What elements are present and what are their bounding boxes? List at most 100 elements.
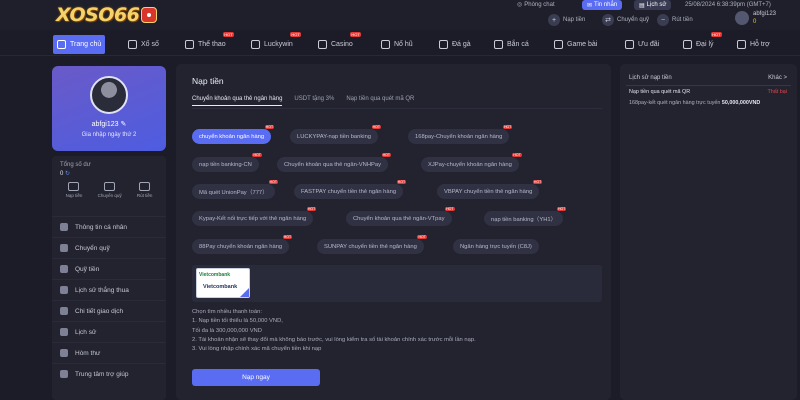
mail-icon	[60, 349, 68, 357]
menu-help-center[interactable]: Trung tâm trợ giúp	[52, 363, 166, 384]
user-icon	[60, 223, 68, 231]
tab-usdt[interactable]: USDT tặng 3%	[294, 96, 334, 106]
page-title: Nạp tiền	[192, 76, 224, 86]
topbar-transfer[interactable]: ⇄ Chuyển quỹ	[602, 14, 649, 26]
info-title: Chọn tìm nhiều thanh toán:	[192, 309, 262, 315]
menu-transaction-details[interactable]: Chi tiết giao dịch	[52, 300, 166, 321]
hot-badge: HOT	[223, 32, 234, 37]
messages-button[interactable]: ✉ Tin nhắn	[582, 0, 623, 10]
main-nav: Trang chủ Xổ số Thể thao HOT Luckywin HO…	[0, 32, 800, 56]
method-chip[interactable]: VBPAY chuyển tiền thẻ ngân hàng HOT	[437, 180, 543, 199]
site-logo[interactable]: XOSO66	[56, 2, 158, 28]
nav-fishing[interactable]: Bắn cá	[490, 35, 533, 54]
slots-icon	[381, 40, 390, 49]
method-chip[interactable]: Mã quét UnionPay（777） HOT	[192, 180, 278, 199]
method-chip[interactable]: nạp tiền banking（YH1） HOT	[484, 207, 567, 226]
bank-name: Vietcombank	[203, 284, 238, 290]
logo-text: XOSO66	[56, 4, 140, 26]
menu-personal-info[interactable]: Thông tin cá nhân	[52, 216, 166, 237]
history-button[interactable]: ▤ Lịch sử	[634, 0, 672, 10]
hot-badge: HOT	[532, 180, 543, 184]
method-chip[interactable]: LUCKYPAY-nạp tiền banking HOT	[290, 125, 382, 144]
tab-qr[interactable]: Nạp tiền qua quét mã QR	[346, 96, 414, 106]
method-chip[interactable]: 168pay-Chuyển khoản ngân hàng HOT	[408, 125, 513, 144]
nav-lottery[interactable]: Xổ số	[124, 35, 163, 54]
method-chip[interactable]: Kypay-Kết nối trực tiếp với thẻ ngân hàn…	[192, 207, 317, 226]
user-menu[interactable]: abfgi123 0	[735, 10, 776, 26]
home-icon	[57, 40, 66, 49]
method-chip[interactable]: 88Pay chuyển khoản ngân hàng HOT	[192, 235, 293, 254]
hot-badge: HOT	[252, 153, 262, 157]
nav-agent[interactable]: Đại lý HOT	[679, 32, 722, 54]
chart-icon	[60, 286, 68, 294]
method-chip[interactable]: chuyển khoản ngân hàng HOT	[192, 125, 275, 144]
gift-icon	[625, 40, 634, 49]
history-amount: 50,000,000VND	[721, 100, 761, 106]
hot-badge: HOT	[268, 180, 278, 184]
menu-history[interactable]: Lịch sử	[52, 321, 166, 342]
dice-icon	[141, 7, 158, 23]
hot-badge: HOT	[557, 207, 567, 211]
hot-badge: HOT	[264, 125, 275, 129]
nav-casino[interactable]: Casino HOT	[314, 32, 361, 54]
wallet-label: Tổng số dư	[60, 162, 91, 168]
nav-slots[interactable]: Nổ hũ	[377, 35, 417, 54]
top-username: abfgi123	[753, 11, 777, 17]
withdraw-icon: −	[657, 14, 669, 26]
avatar	[735, 11, 749, 25]
nav-sports[interactable]: Thể thao HOT	[181, 32, 234, 54]
deposit-tabs: Chuyển khoản qua thẻ ngân hàng USDT tặng…	[192, 96, 414, 106]
topbar-deposit[interactable]: + Nạp tiền	[548, 14, 585, 26]
method-chip[interactable]: Chuyển khoản qua thẻ ngân-VNHPay HOT	[277, 153, 392, 172]
rooster-icon	[439, 40, 448, 49]
chat-room-link[interactable]: ◎ Phòng chat	[517, 0, 555, 9]
fish-icon	[494, 40, 503, 49]
nav-support[interactable]: Hỗ trợ	[733, 35, 774, 54]
datetime: 25/08/2024 6:38:39pm (GMT+7)	[685, 1, 771, 8]
menu-transfer[interactable]: Chuyển quỹ	[52, 237, 166, 258]
cards-icon	[554, 40, 563, 49]
wallet-withdraw-button[interactable]: Rút tiền	[137, 182, 152, 198]
history-row-detail[interactable]: 168pay-kết quét ngân hàng trực tuyến 50,…	[629, 100, 760, 106]
method-chip[interactable]: nạp tiền banking-CN HOT	[192, 153, 262, 172]
nav-card-games[interactable]: Game bài	[550, 35, 601, 54]
menu-win-loss-history[interactable]: Lịch sử thắng thua	[52, 279, 166, 300]
history-row-method[interactable]: Nạp tiền qua quét mã QR	[629, 89, 690, 95]
top-bar: XOSO66 ◎ Phòng chat ✉ Tin nhắn ▤ Lịch sử…	[0, 0, 800, 30]
top-balance: 0	[753, 19, 757, 25]
nav-luckywin[interactable]: Luckywin HOT	[247, 32, 301, 54]
deposit-instructions: Chọn tìm nhiều thanh toán: 1. Nạp tiền t…	[192, 308, 602, 354]
edit-icon[interactable]: ✎	[120, 121, 126, 128]
vietcombank-logo: Vietcombank	[199, 272, 231, 278]
method-chip[interactable]: XJPay-chuyển khoản ngân hàng HOT	[421, 153, 522, 172]
info-line: 1. Nạp tiền tối thiểu là 50,000 VND,	[192, 318, 283, 325]
topbar-withdraw[interactable]: − Rút tiền	[657, 14, 693, 26]
deposit-now-button[interactable]: Nạp ngay	[192, 369, 320, 386]
hot-badge: HOT	[417, 235, 427, 239]
method-chip[interactable]: FASTPAY chuyển tiền thẻ ngân hàng HOT	[294, 180, 407, 199]
nav-cockfight[interactable]: Đá gà	[435, 35, 475, 54]
hot-badge: HOT	[445, 207, 455, 211]
nav-promotions[interactable]: Ưu đãi	[621, 35, 663, 54]
menu-mailbox[interactable]: Hòm thư	[52, 342, 166, 363]
tab-bank-transfer[interactable]: Chuyển khoản qua thẻ ngân hàng	[192, 96, 283, 106]
wallet-transfer-button[interactable]: Chuyển quỹ	[98, 182, 122, 198]
wallet-deposit-button[interactable]: Nạp tiền	[66, 182, 82, 198]
history-icon: ▤	[639, 2, 645, 9]
casino-icon	[318, 40, 327, 49]
info-line: 3. Vui lòng nhập chính xác mã chuyển tiề…	[192, 346, 322, 353]
bank-option-vietcombank[interactable]: Vietcombank Vietcombank	[196, 268, 250, 298]
method-chip[interactable]: Chuyển khoản qua thẻ ngân-VTpay HOT	[346, 207, 455, 226]
info-line: Tối đa là 300,000,000 VND	[192, 327, 262, 334]
message-icon: ✉	[587, 2, 593, 9]
nav-home[interactable]: Trang chủ	[53, 35, 106, 54]
profile-avatar[interactable]	[90, 76, 128, 114]
history-more-link[interactable]: Khác >	[768, 75, 787, 81]
withdraw-icon	[139, 182, 151, 191]
method-chip[interactable]: SUNPAY chuyển tiền thẻ ngân hàng HOT	[317, 235, 427, 254]
menu-funds[interactable]: Quỹ tiền	[52, 258, 166, 279]
method-chip[interactable]: Ngân hàng trực tuyến (C8J)	[453, 239, 539, 254]
profile-card: abfgi123 ✎ Gia nhập ngày thứ 2	[52, 66, 166, 151]
hot-badge: HOT	[371, 125, 382, 129]
refresh-icon[interactable]: ↻	[65, 171, 70, 177]
